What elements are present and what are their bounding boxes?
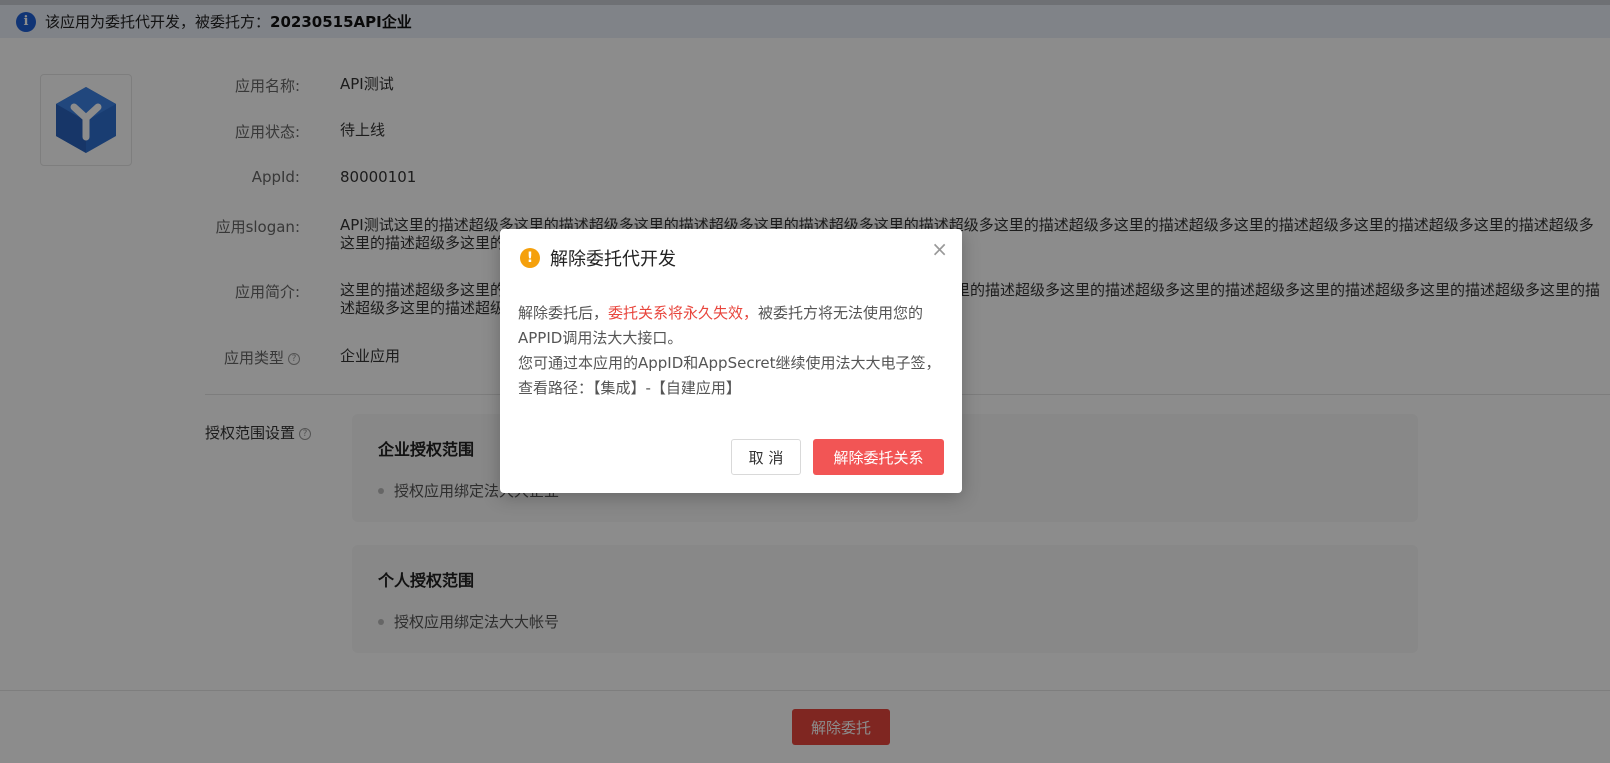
close-icon[interactable]: ×	[931, 239, 948, 259]
revoke-delegation-dialog: ! 解除委托代开发 × 解除委托后，委托关系将永久失效，被委托方将无法使用您的A…	[500, 229, 962, 493]
dialog-header: ! 解除委托代开发	[520, 245, 676, 271]
dialog-warning-highlight: 委托关系将永久失效，	[608, 304, 759, 322]
dialog-body: 解除委托后，委托关系将永久失效，被委托方将无法使用您的APPID调用法大大接口。…	[518, 301, 948, 401]
dialog-actions: 取 消 解除委托关系	[731, 439, 944, 475]
cancel-button[interactable]: 取 消	[731, 439, 801, 475]
dialog-body-paragraph-1: 解除委托后，委托关系将永久失效，被委托方将无法使用您的APPID调用法大大接口。	[518, 304, 924, 347]
confirm-revoke-button[interactable]: 解除委托关系	[813, 439, 944, 475]
dialog-body-paragraph-2: 您可通过本应用的AppID和AppSecret继续使用法大大电子签，查看路径：【…	[518, 354, 941, 397]
warning-icon: !	[520, 248, 540, 268]
dialog-title: 解除委托代开发	[550, 249, 676, 270]
